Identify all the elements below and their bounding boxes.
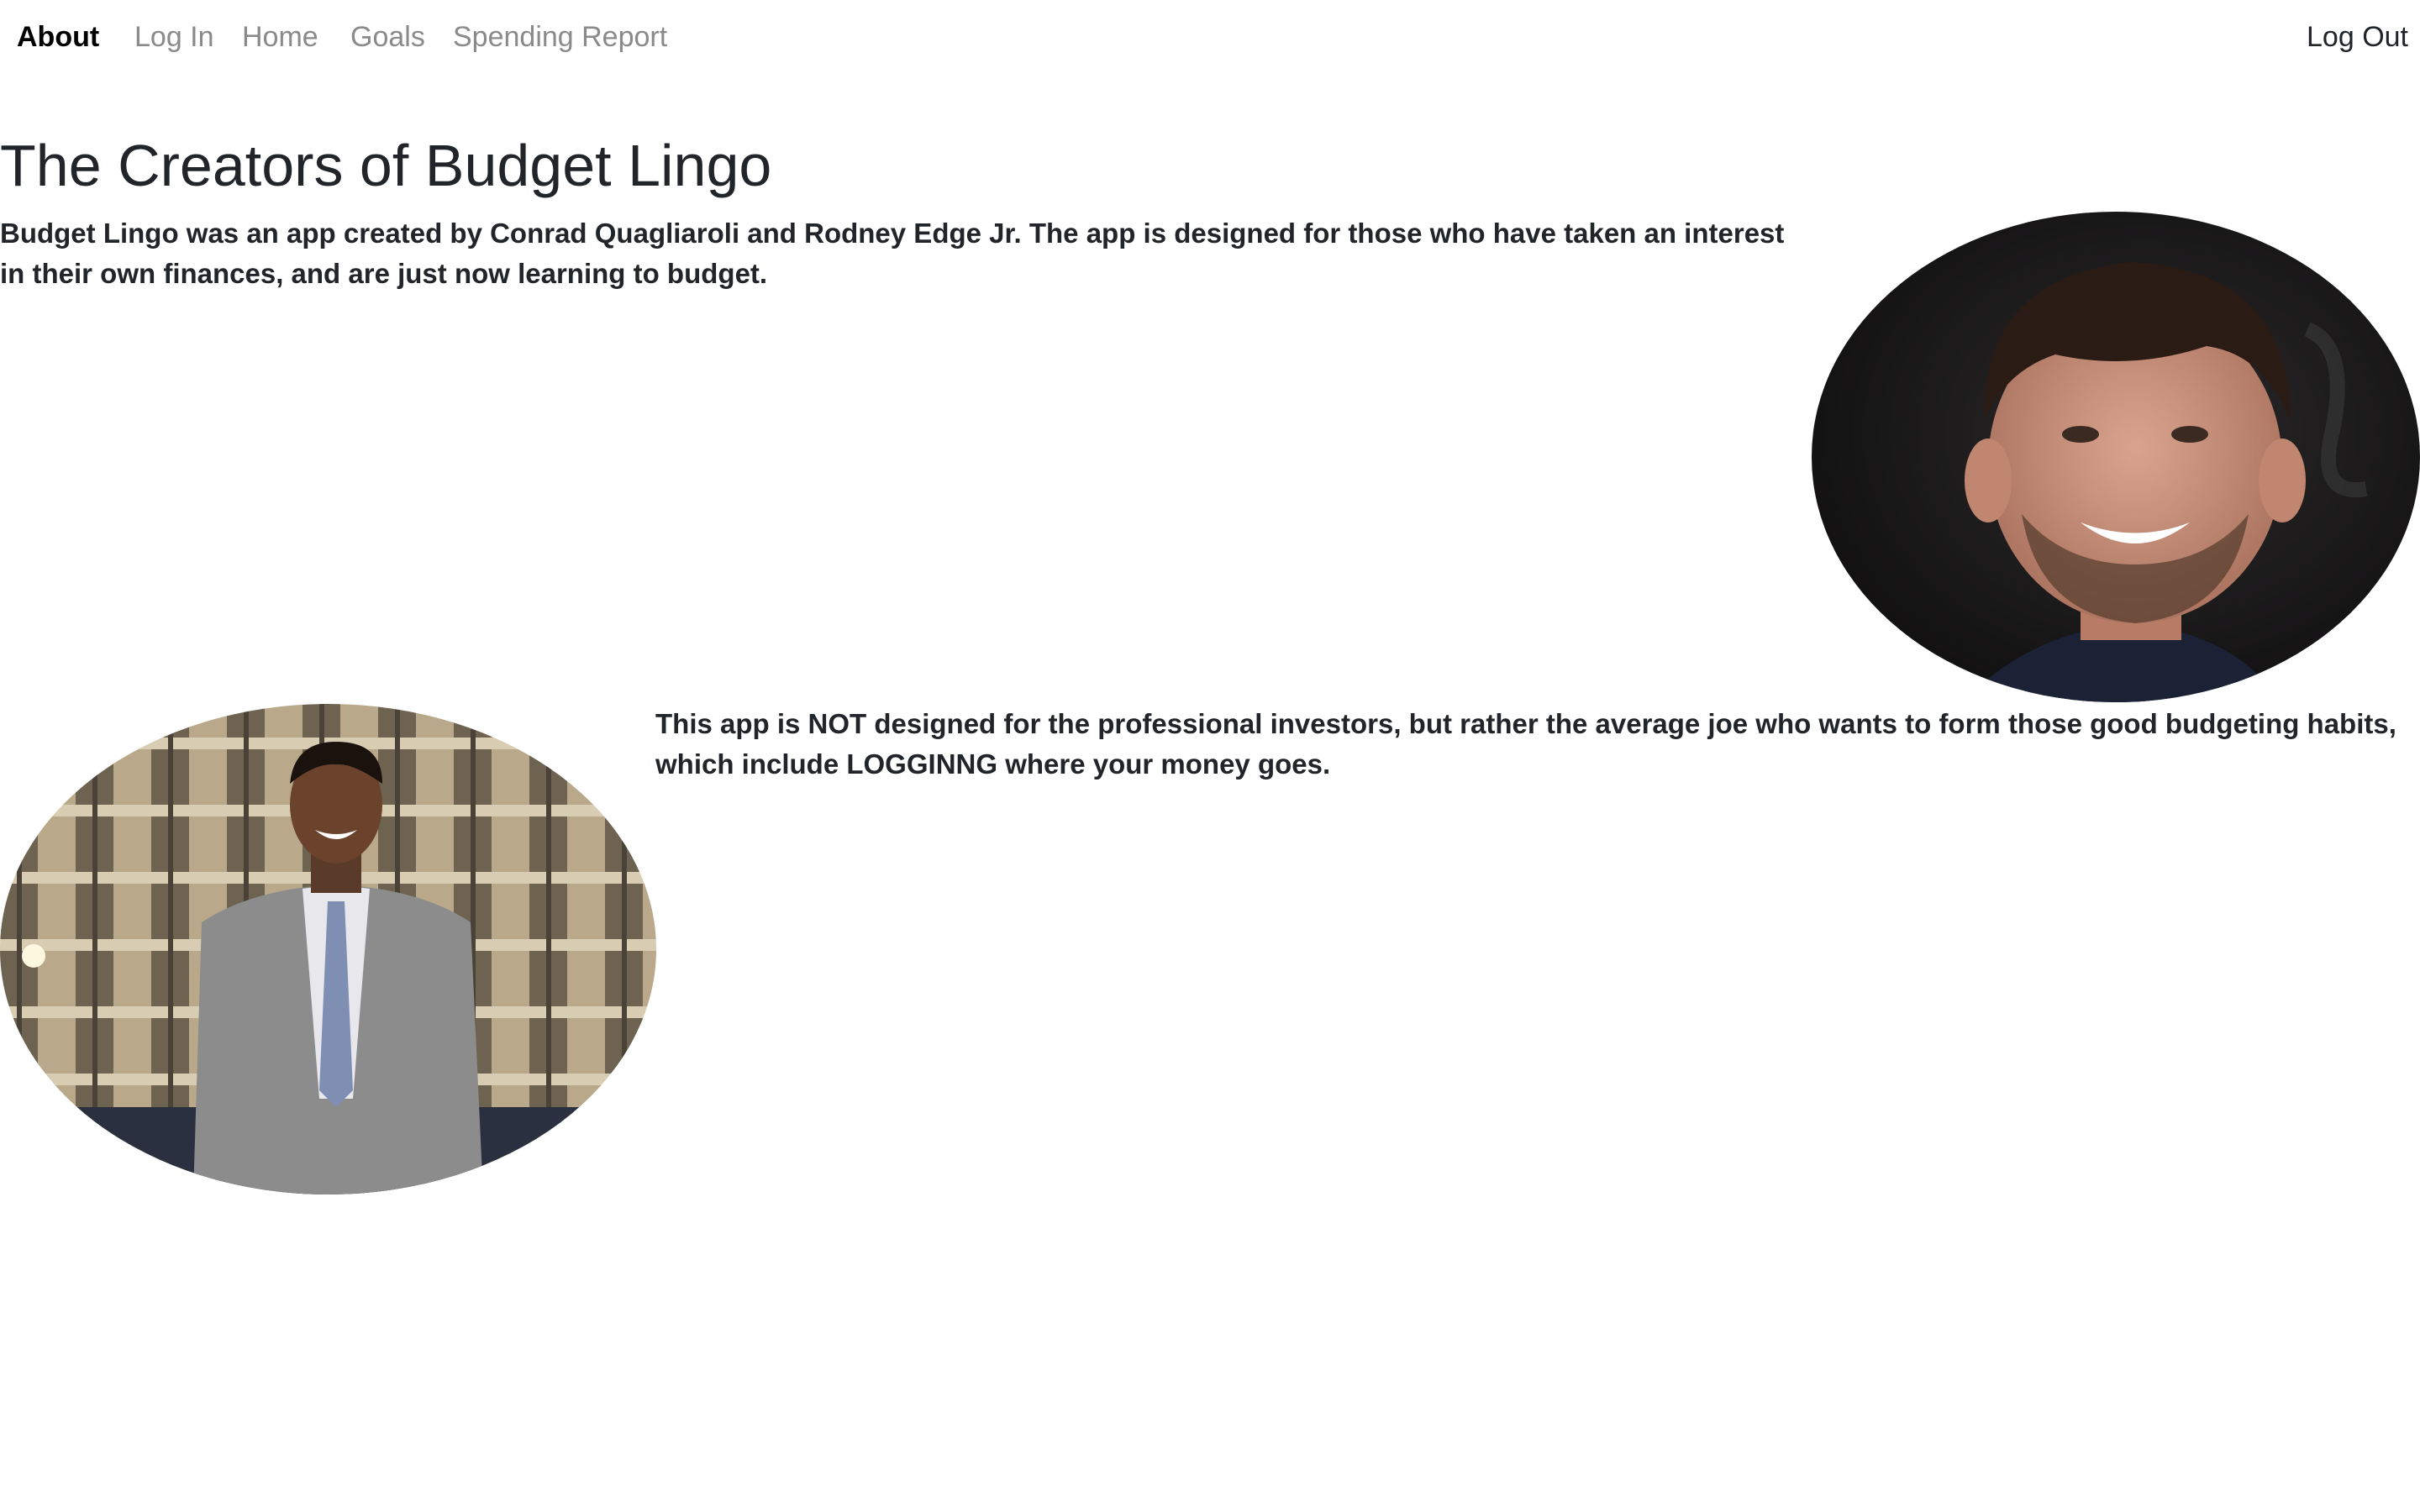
intro-paragraph: Budget Lingo was an app created by Conra… bbox=[0, 218, 1785, 289]
portrait-photo-icon bbox=[1812, 212, 2420, 702]
nav-about-link[interactable]: About bbox=[17, 17, 99, 57]
conrad-portrait-photo bbox=[1812, 212, 2420, 702]
nav-goals-link[interactable]: Goals bbox=[350, 17, 425, 57]
audience-paragraph: This app is NOT designed for the profess… bbox=[655, 708, 2396, 780]
nav-spending-report-link[interactable]: Spending Report bbox=[453, 17, 667, 57]
top-navbar: About Log In Home Goals Spending Report … bbox=[0, 0, 2420, 76]
rodney-portrait-photo bbox=[0, 704, 656, 1194]
nav-home-link[interactable]: Home bbox=[242, 17, 318, 57]
page-title: The Creators of Budget Lingo bbox=[0, 133, 772, 198]
portrait-photo-icon bbox=[0, 704, 656, 1194]
logout-link[interactable]: Log Out bbox=[2307, 17, 2408, 57]
nav-login-link[interactable]: Log In bbox=[134, 17, 214, 57]
